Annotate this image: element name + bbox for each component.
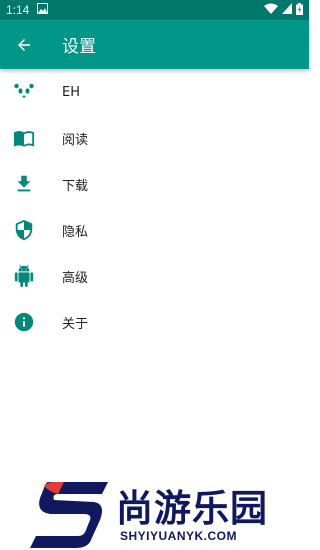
settings-item-label: 高级 xyxy=(62,270,89,286)
settings-list: EH 阅读 下载 隐私 高级 关于 xyxy=(0,69,309,345)
app-bar: 设置 xyxy=(0,20,309,69)
settings-item-label: 隐私 xyxy=(62,224,89,240)
settings-item-reading[interactable]: 阅读 xyxy=(0,115,309,161)
watermark-logo xyxy=(30,482,108,548)
watermark: 尚游乐园 SHYIYUANYK.COM xyxy=(28,478,309,550)
book-icon xyxy=(13,127,35,149)
page-title: 设置 xyxy=(62,37,96,57)
watermark-title: 尚游乐园 xyxy=(116,487,268,530)
signal-icon xyxy=(282,3,292,17)
settings-item-label: 关于 xyxy=(62,316,89,332)
shield-icon xyxy=(13,219,35,241)
download-icon xyxy=(13,173,35,195)
battery-icon xyxy=(296,2,303,18)
watermark-subtitle: SHYIYUANYK.COM xyxy=(120,529,238,543)
panda-icon xyxy=(13,81,35,103)
arrow-back-icon xyxy=(18,38,30,51)
settings-item-advanced[interactable]: 高级 xyxy=(0,253,309,299)
settings-item-about[interactable]: 关于 xyxy=(0,299,309,345)
wifi-icon xyxy=(264,3,278,17)
status-bar: 1:14 xyxy=(0,0,309,20)
android-icon xyxy=(13,265,35,287)
settings-item-privacy[interactable]: 隐私 xyxy=(0,207,309,253)
settings-item-label: EH xyxy=(62,84,80,100)
settings-item-label: 下载 xyxy=(62,178,89,194)
info-icon xyxy=(13,311,35,333)
back-button[interactable] xyxy=(12,33,36,57)
settings-item-label: 阅读 xyxy=(62,132,89,148)
settings-item-download[interactable]: 下载 xyxy=(0,161,309,207)
settings-item-eh[interactable]: EH xyxy=(0,69,309,115)
status-time: 1:14 xyxy=(6,3,30,17)
image-notification-icon xyxy=(37,3,49,17)
